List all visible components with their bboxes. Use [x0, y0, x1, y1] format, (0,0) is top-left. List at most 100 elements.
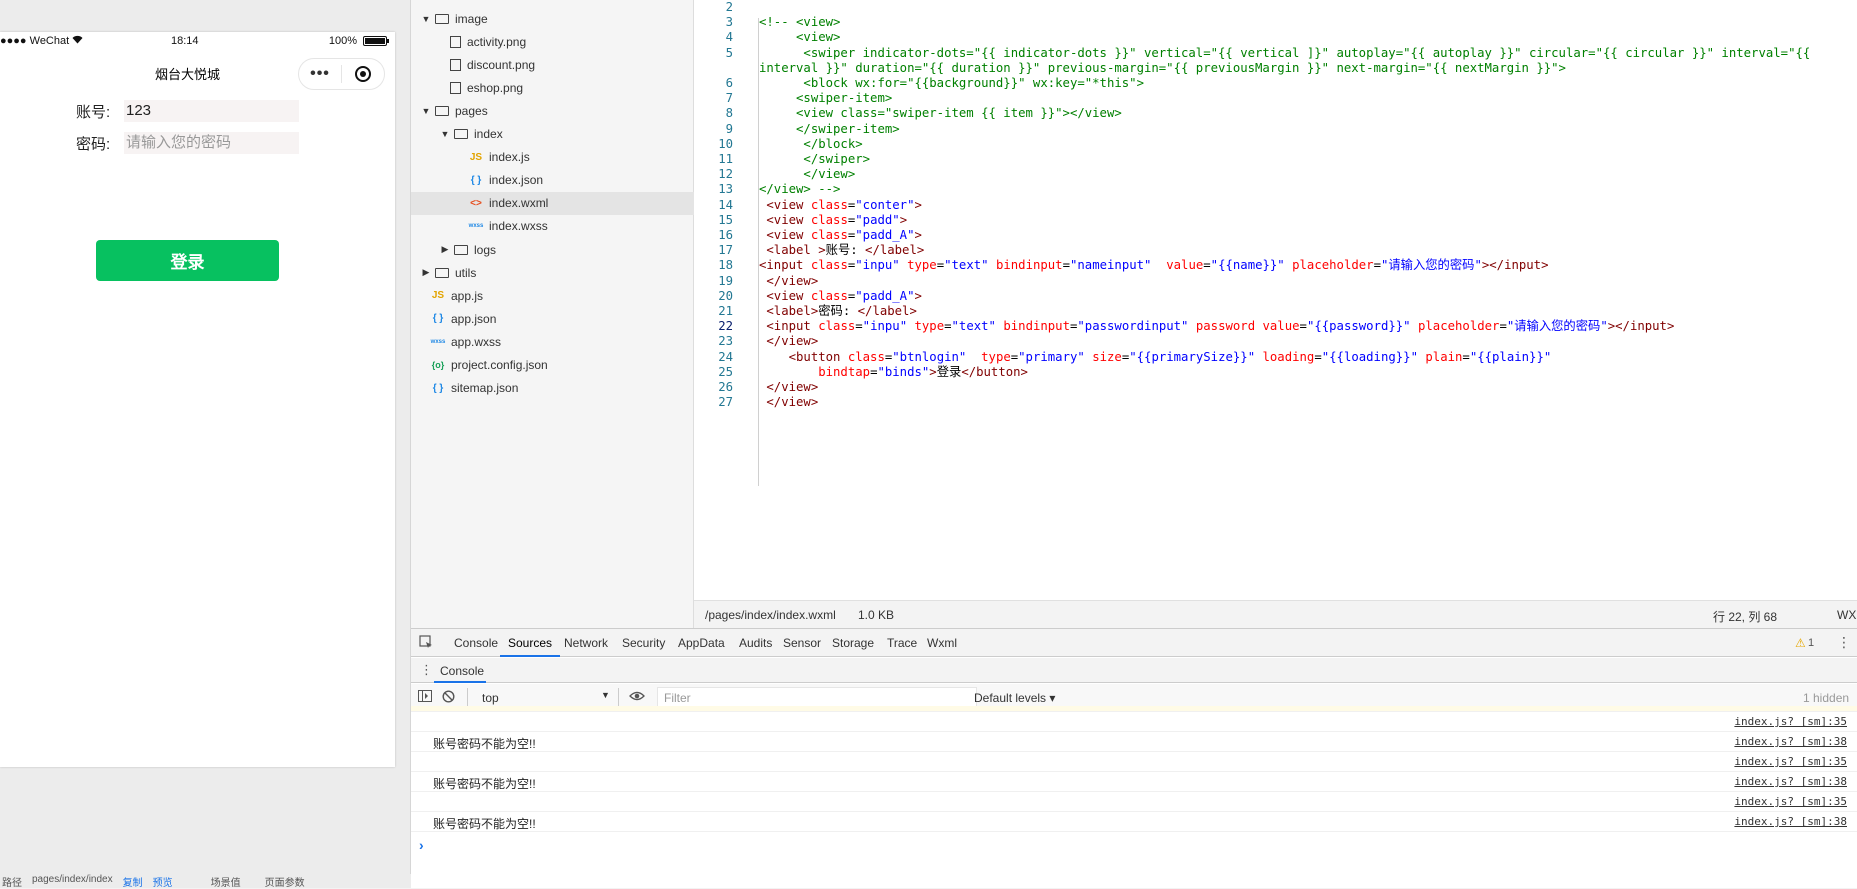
file-tree-item[interactable]: JS index.js: [411, 146, 694, 169]
code-token: =: [855, 319, 863, 334]
inspect-icon[interactable]: [419, 635, 433, 652]
image-file-icon: [450, 81, 461, 94]
params-label[interactable]: 页面参数: [265, 874, 305, 889]
devtools-menu-icon[interactable]: ⋮: [1837, 634, 1851, 651]
file-tree-item[interactable]: wxss app.wxss: [411, 330, 694, 353]
code-token: "请输入您的密码": [1380, 258, 1482, 273]
log-source-link[interactable]: index.js? [sm]:38: [1734, 775, 1847, 788]
code-token: </view>: [759, 395, 819, 410]
more-icon[interactable]: •••: [299, 65, 341, 83]
file-size: 1.0 KB: [858, 608, 895, 622]
code-editor[interactable]: 2 3 <!-- <view> 4 <view> 5 <swiper indicator…: [694, 0, 1857, 600]
filter-input[interactable]: Filter: [657, 687, 977, 707]
code-token: </view>: [759, 380, 819, 394]
code-token: size: [1084, 349, 1122, 364]
devtools-tab-wxml[interactable]: Wxml: [927, 636, 957, 650]
devtools-tab-audits[interactable]: Audits: [739, 636, 772, 650]
log-source-link[interactable]: index.js? [sm]:35: [1734, 795, 1847, 808]
code-token: class: [810, 197, 848, 212]
login-button[interactable]: 登录: [96, 240, 279, 281]
devtools-tab-trace[interactable]: Trace: [887, 636, 917, 650]
devtools-tab-storage[interactable]: Storage: [832, 636, 874, 650]
file-tree-item[interactable]: ▶ logs: [411, 238, 694, 261]
code-token: 账号:: [825, 243, 858, 258]
context-select[interactable]: top: [482, 691, 499, 705]
code-token: "btnlogin": [892, 349, 967, 364]
log-source-link[interactable]: index.js? [sm]:38: [1734, 735, 1847, 748]
cursor-position[interactable]: 行 22, 列 68: [1713, 608, 1777, 625]
code-token: <view: [759, 197, 811, 212]
devtools-tab-network[interactable]: Network: [564, 636, 608, 650]
file-tree-label: eshop.png: [467, 80, 524, 95]
expand-arrow-icon[interactable]: ▼: [421, 14, 431, 24]
code-token: =: [1203, 258, 1211, 273]
devtools-tab-sources[interactable]: Sources: [508, 636, 552, 650]
code-token: >: [914, 197, 922, 212]
close-miniprogram-icon[interactable]: [342, 66, 384, 82]
code-token: bindtap: [759, 364, 871, 379]
scene-label[interactable]: 场景值: [211, 874, 241, 889]
collapse-arrow-icon[interactable]: ▶: [440, 244, 450, 255]
file-tree-item[interactable]: ▶ utils: [411, 261, 694, 284]
file-tree-item[interactable]: JS app.js: [411, 284, 694, 307]
drawer-tabbar: ⋮ Console: [411, 658, 1857, 683]
log-source-link[interactable]: index.js? [sm]:35: [1734, 755, 1847, 768]
editor-status-bar: /pages/index/index.wxml 1.0 KB 行 22, 列 6…: [694, 600, 1857, 628]
expand-arrow-icon[interactable]: ▼: [440, 129, 450, 139]
drawer-menu-icon[interactable]: ⋮: [420, 662, 433, 678]
console-prompt[interactable]: ›: [419, 837, 424, 853]
code-token: class: [847, 349, 885, 364]
file-tree-item[interactable]: { } app.json: [411, 307, 694, 330]
devtools-tab-sensor[interactable]: Sensor: [783, 636, 821, 650]
log-source-link[interactable]: index.js? [sm]:35: [1734, 715, 1847, 728]
file-tree-label: utils: [455, 265, 477, 280]
file-tree-item[interactable]: discount.png: [411, 53, 694, 76]
file-tree-item[interactable]: activity.png: [411, 30, 694, 53]
file-tree-item[interactable]: <> index.wxml: [411, 191, 694, 215]
log-message: 账号密码不能为空!!: [433, 777, 536, 791]
capsule-menu[interactable]: •••: [298, 58, 385, 90]
collapse-arrow-icon[interactable]: ▶: [421, 267, 431, 278]
code-token: bindinput: [995, 319, 1070, 334]
code-token: 登录: [936, 364, 962, 379]
folder-open-icon: [435, 13, 449, 24]
code-token: interval }}" duration="{{ duration }}" p…: [759, 60, 1566, 75]
context-dropdown-icon[interactable]: ▼: [601, 690, 610, 700]
devtools-tab-console[interactable]: Console: [454, 636, 498, 650]
simulator-footer: 路径 pages/index/index 复制 预览 场景值 页面参数: [0, 874, 411, 889]
log-source-link[interactable]: index.js? [sm]:38: [1734, 815, 1847, 828]
expand-arrow-icon[interactable]: ▼: [421, 106, 431, 116]
password-input[interactable]: 请输入您的密码: [124, 132, 299, 154]
eye-icon[interactable]: [629, 689, 645, 706]
preview-link[interactable]: 预览: [153, 874, 173, 889]
file-tree-item[interactable]: ▼ image: [411, 7, 694, 30]
file-tree-label: index: [474, 127, 503, 141]
file-tree-label: image: [455, 11, 488, 26]
file-tree-item[interactable]: { } sitemap.json: [411, 377, 694, 400]
drawer-tab-console[interactable]: Console: [440, 664, 484, 678]
console-log-row: index.js? [sm]:35: [411, 792, 1857, 812]
code-token: =: [1373, 258, 1381, 273]
sidebar-toggle-icon[interactable]: [418, 690, 432, 705]
account-input[interactable]: 123: [124, 100, 299, 122]
file-tree-item[interactable]: {o} project.config.json: [411, 354, 694, 377]
js-file-icon: JS: [431, 290, 445, 302]
file-tree-item[interactable]: eshop.png: [411, 76, 694, 99]
file-tree-item[interactable]: ▼ index: [411, 123, 694, 146]
language-mode[interactable]: WX: [1837, 608, 1856, 622]
warning-icon[interactable]: ⚠: [1795, 636, 1806, 650]
clear-console-icon[interactable]: [442, 690, 455, 706]
code-line[interactable]: 27 </view>: [694, 393, 1857, 411]
file-tree-item[interactable]: ▼ pages: [411, 99, 694, 122]
file-tree-item[interactable]: wxss index.wxss: [411, 215, 694, 238]
warning-count[interactable]: 1: [1808, 637, 1814, 649]
copy-link[interactable]: 复制: [123, 874, 143, 889]
code-token: </button>: [961, 364, 1028, 379]
code-token: </view>: [759, 334, 819, 349]
file-tree-item[interactable]: { } index.json: [411, 169, 694, 192]
code-token: <label>: [759, 304, 819, 318]
log-levels-dropdown[interactable]: Default levels ▾: [974, 691, 1055, 705]
devtools-tab-security[interactable]: Security: [622, 636, 665, 650]
code-token: </view>: [759, 167, 856, 182]
devtools-tab-appdata[interactable]: AppData: [678, 636, 725, 650]
